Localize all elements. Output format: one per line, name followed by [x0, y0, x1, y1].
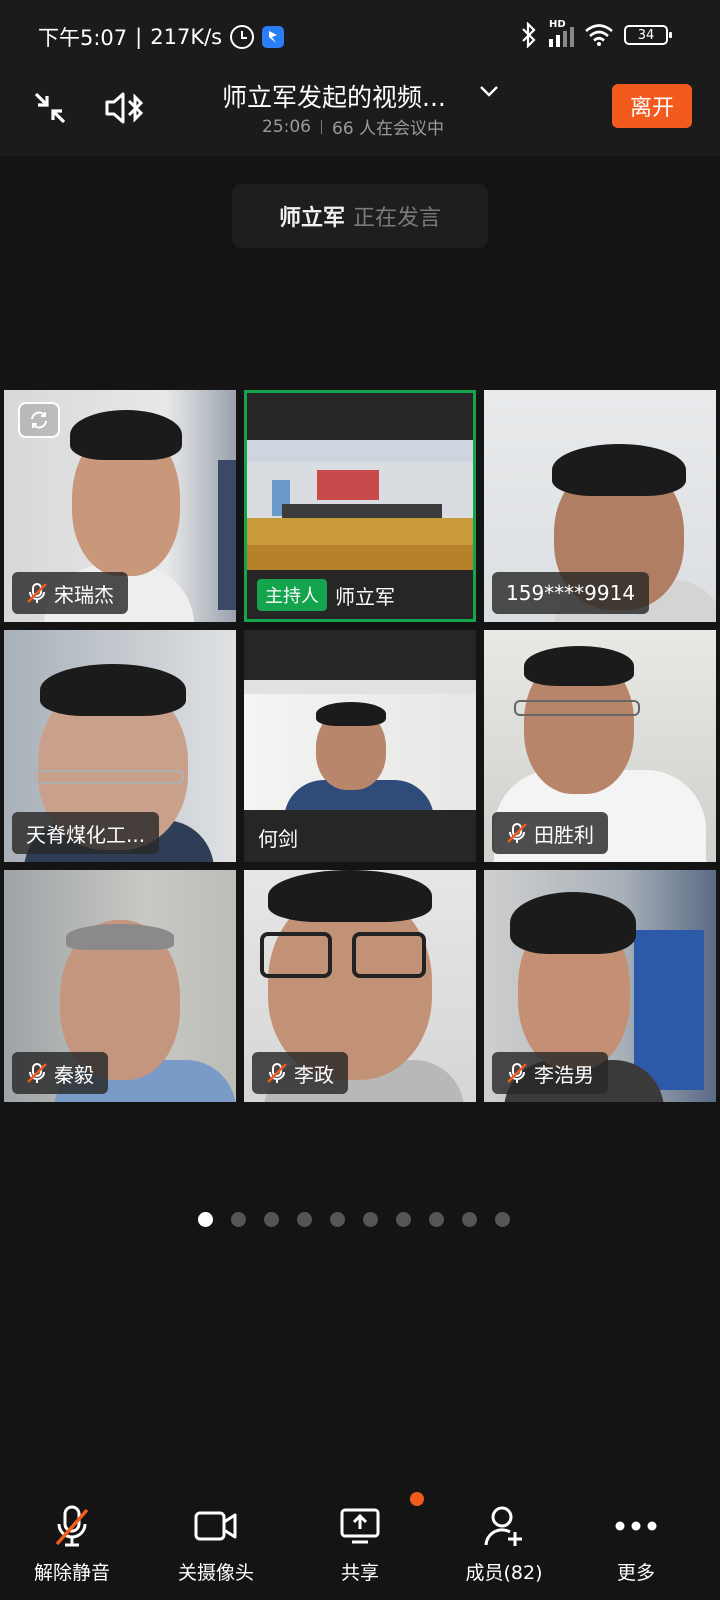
participant-nametag: 秦毅: [12, 1052, 108, 1094]
active-speaker-status: 正在发言: [353, 206, 442, 231]
video-tile[interactable]: 天脊煤化工...: [4, 630, 236, 862]
status-time: 下午5:07: [38, 26, 128, 50]
share-button[interactable]: 共享: [290, 1474, 430, 1600]
share-label: 共享: [340, 1562, 379, 1584]
minimize-icon[interactable]: [26, 84, 74, 132]
wifi-icon: [585, 24, 613, 46]
more-button[interactable]: 更多: [566, 1474, 706, 1600]
switch-camera-icon[interactable]: [18, 402, 60, 438]
participant-name: 天脊煤化工...: [26, 822, 146, 847]
participant-name: 李浩男: [534, 1062, 594, 1087]
video-tile[interactable]: 宋瑞杰: [4, 390, 236, 622]
video-tile[interactable]: 何剑: [244, 630, 476, 862]
battery-icon: 34: [624, 25, 672, 45]
participant-nametag: 主持人 师立军: [247, 571, 473, 619]
page-dot[interactable]: [495, 1212, 510, 1227]
video-camera-icon: [194, 1504, 238, 1548]
page-dot[interactable]: [231, 1212, 246, 1227]
camera-off-label: 关摄像头: [177, 1562, 254, 1584]
meeting-duration: 25:06: [262, 116, 311, 137]
unmute-label: 解除静音: [33, 1562, 110, 1584]
participant-video: [247, 440, 473, 570]
video-tile[interactable]: 田胜利: [484, 630, 716, 862]
participant-nametag: 李政: [252, 1052, 348, 1094]
page-dot[interactable]: [429, 1212, 444, 1227]
mic-muted-icon: [27, 1063, 47, 1083]
participant-name: 何剑: [258, 826, 298, 851]
host-badge: 主持人: [257, 579, 327, 611]
members-label: 成员(82): [465, 1562, 543, 1584]
video-tile[interactable]: 159****9914: [484, 390, 716, 622]
participant-name: 田胜利: [534, 822, 594, 847]
active-speaker-indicator: 师立军 正在发言: [232, 184, 488, 248]
participant-nametag: 田胜利: [492, 812, 608, 854]
unmute-button[interactable]: 解除静音: [2, 1474, 142, 1600]
video-tile[interactable]: 李政: [244, 870, 476, 1102]
speaker-bluetooth-icon[interactable]: [100, 84, 148, 132]
meeting-header: 师立军发起的视频... 25:06 66 人在会议中 离开: [0, 72, 720, 156]
signal-icon: HD: [549, 19, 574, 47]
participant-count: 66 人在会议中: [332, 119, 445, 139]
mic-muted-icon: [50, 1504, 94, 1548]
participant-nametag: 李浩男: [492, 1052, 608, 1094]
page-dot[interactable]: [363, 1212, 378, 1227]
video-tile[interactable]: 秦毅: [4, 870, 236, 1102]
meeting-title[interactable]: 师立军发起的视频...: [222, 78, 446, 114]
members-button[interactable]: 成员(82): [434, 1474, 574, 1600]
status-bar: 下午5:07 | 217K/s HD 34: [0, 0, 720, 72]
participant-nametag: 宋瑞杰: [12, 572, 128, 614]
mic-muted-icon: [507, 823, 527, 843]
app-notification-icon: [262, 26, 285, 48]
active-speaker-name: 师立军: [278, 206, 345, 231]
screen-share-icon: [338, 1504, 382, 1548]
status-right: HD 34: [519, 19, 672, 48]
meeting-subtitle: 25:06 66 人在会议中: [262, 114, 445, 140]
mic-muted-icon: [507, 1063, 527, 1083]
bottom-toolbar: 解除静音 关摄像头 共享 成员(82) 更多: [0, 1474, 720, 1600]
participant-nametag: 159****9914: [492, 572, 650, 614]
status-left: 下午5:07 | 217K/s: [38, 22, 285, 52]
add-member-icon: [482, 1504, 526, 1548]
page-dot[interactable]: [462, 1212, 477, 1227]
leave-button[interactable]: 离开: [612, 84, 692, 128]
page-indicator[interactable]: [198, 1212, 510, 1227]
participant-name: 159****9914: [506, 581, 636, 605]
page-dot[interactable]: [330, 1212, 345, 1227]
participant-video: [244, 680, 476, 810]
participant-nametag: 何剑: [244, 812, 476, 862]
page-dot[interactable]: [264, 1212, 279, 1227]
mic-muted-icon: [27, 583, 47, 603]
chevron-down-icon[interactable]: [478, 80, 500, 106]
participant-name: 师立军: [335, 584, 395, 609]
video-tile-host[interactable]: 主持人 师立军: [244, 390, 476, 622]
participant-name: 李政: [294, 1062, 334, 1087]
network-speed: 217K/s: [150, 25, 223, 49]
participant-name: 宋瑞杰: [54, 582, 114, 607]
video-grid: 宋瑞杰 主持人 师立军 159****9914 天脊煤化工... 何剑 田胜利 …: [4, 390, 716, 1102]
participant-name: 秦毅: [54, 1062, 94, 1087]
more-icon: [614, 1504, 658, 1548]
more-label: 更多: [616, 1562, 655, 1584]
page-dot[interactable]: [396, 1212, 411, 1227]
camera-off-button[interactable]: 关摄像头: [146, 1474, 286, 1600]
mic-muted-icon: [267, 1063, 287, 1083]
participant-nametag: 天脊煤化工...: [12, 812, 160, 854]
page-dot[interactable]: [297, 1212, 312, 1227]
notification-dot: [410, 1492, 424, 1506]
bluetooth-icon: [522, 22, 536, 48]
video-tile[interactable]: 李浩男: [484, 870, 716, 1102]
page-dot[interactable]: [198, 1212, 213, 1227]
alarm-icon: [230, 25, 255, 49]
